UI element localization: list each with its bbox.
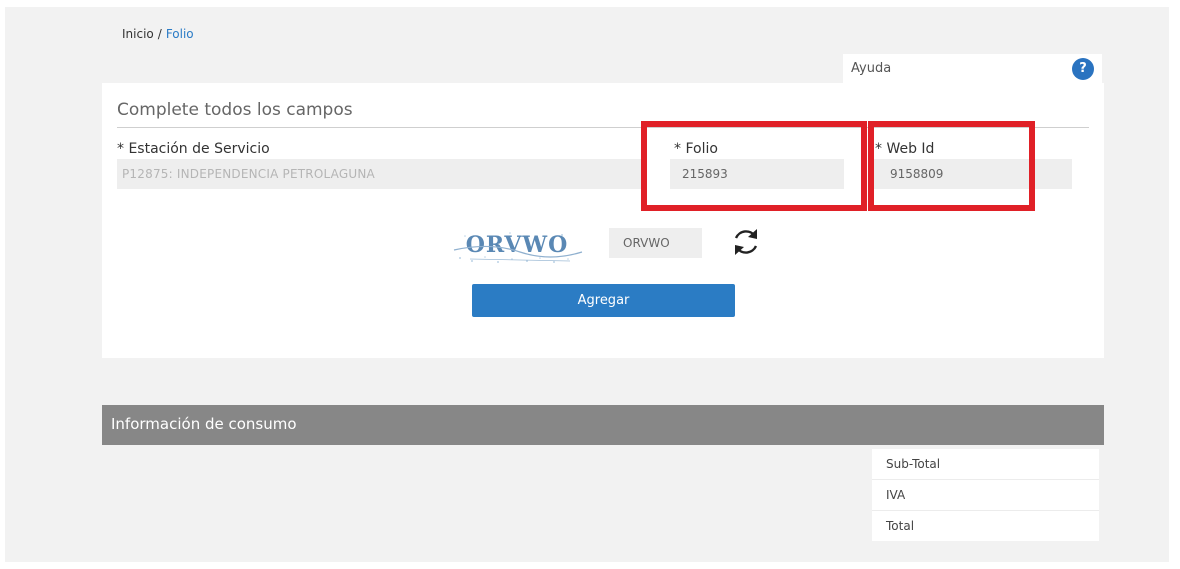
breadcrumb-separator: / [157, 27, 162, 41]
form-title: Complete todos los campos [117, 100, 353, 120]
folio-highlight-box [641, 121, 867, 211]
captcha-text: ORVWO [466, 232, 569, 258]
captcha-image: ORVWO [450, 228, 585, 266]
consumption-title: Información de consumo [111, 415, 297, 433]
station-label: * Estación de Servicio [117, 141, 270, 157]
breadcrumb-home-link[interactable]: Inicio [122, 27, 154, 41]
form-card: Complete todos los campos * Estación de … [102, 83, 1104, 358]
help-icon[interactable]: ? [1072, 58, 1094, 80]
consumption-section-header: Información de consumo [102, 405, 1104, 445]
refresh-icon[interactable] [728, 224, 764, 260]
totals-row-subtotal: Sub-Total [872, 449, 1099, 480]
help-box[interactable]: Ayuda ? [843, 54, 1102, 85]
totals-row-iva: IVA [872, 480, 1099, 511]
breadcrumb-current[interactable]: Folio [166, 27, 194, 41]
web-id-highlight-box [868, 121, 1035, 211]
breadcrumb: Inicio / Folio [122, 27, 194, 41]
station-field: P12875: INDEPENDENCIA PETROLAGUNA [117, 159, 642, 189]
add-button[interactable]: Agregar [472, 284, 735, 317]
captcha-input[interactable] [609, 228, 702, 258]
help-label: Ayuda [851, 61, 892, 76]
totals-row-total: Total [886, 519, 915, 533]
totals-table: Sub-Total IVA Total [872, 449, 1099, 541]
